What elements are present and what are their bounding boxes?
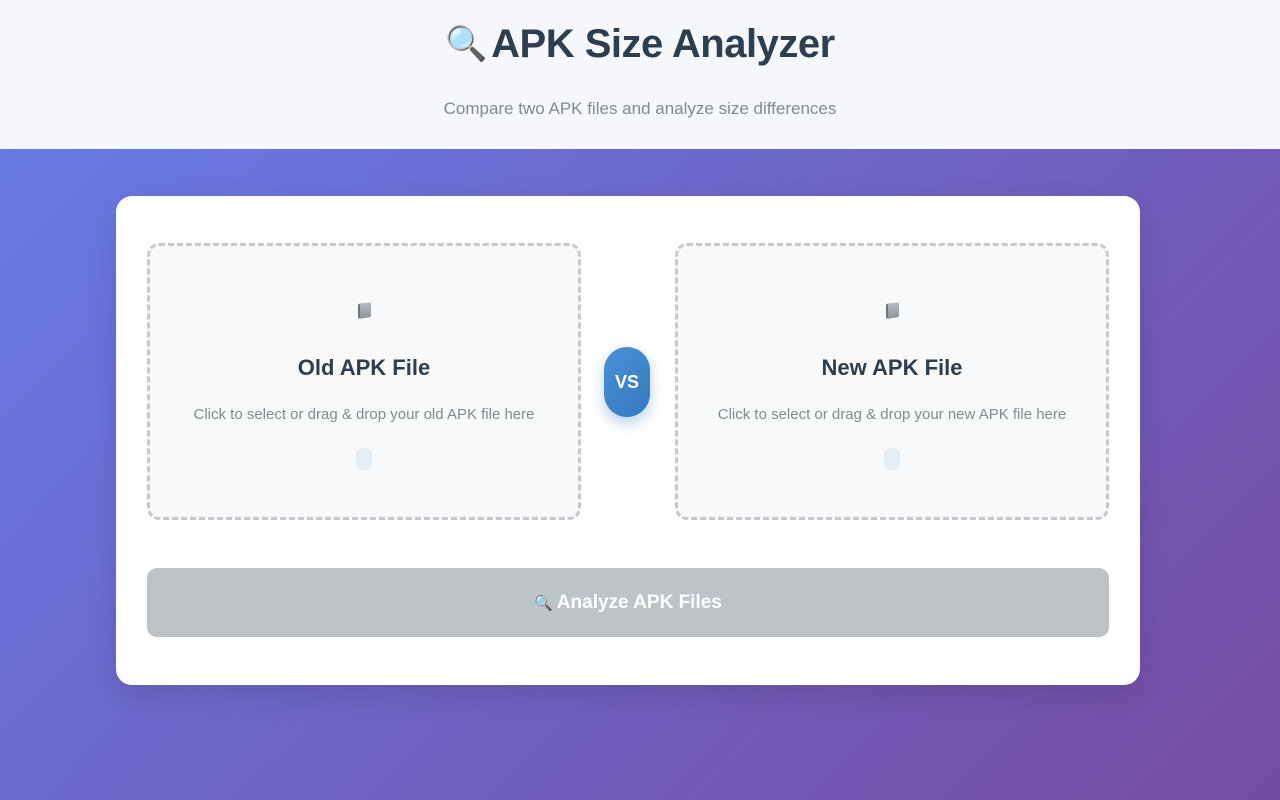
new-apk-dropzone[interactable]: New APK File Click to select or drag & d…: [675, 243, 1109, 520]
old-apk-file-input[interactable]: [356, 448, 372, 470]
magnifier-icon: 🔍: [534, 595, 553, 612]
new-apk-title: New APK File: [821, 355, 963, 380]
new-apk-hint: Click to select or drag & drop your new …: [717, 406, 1067, 423]
page-subtitle: Compare two APK files and analyze size d…: [443, 99, 837, 118]
old-apk-hint: Click to select or drag & drop your old …: [193, 406, 535, 423]
old-apk-dropzone[interactable]: Old APK File Click to select or drag & d…: [147, 243, 581, 520]
page-title-text: APK Size Analyzer: [491, 22, 835, 66]
analyze-button-label: Analyze APK Files: [556, 592, 722, 613]
old-apk-title: Old APK File: [297, 355, 431, 380]
analyze-button[interactable]: 🔍 Analyze APK Files: [147, 568, 1109, 637]
magnifier-icon: 🔍: [445, 25, 488, 63]
vs-badge: VS: [604, 347, 650, 417]
new-apk-file-input[interactable]: [884, 448, 900, 470]
page-title: 🔍 APK Size Analyzer: [0, 22, 1280, 67]
folder-icon: [150, 302, 578, 323]
page-header: 🔍 APK Size Analyzer Compare two APK files…: [0, 0, 1280, 149]
upload-card: Old APK File Click to select or drag & d…: [116, 196, 1140, 685]
folder-icon: [678, 302, 1106, 323]
